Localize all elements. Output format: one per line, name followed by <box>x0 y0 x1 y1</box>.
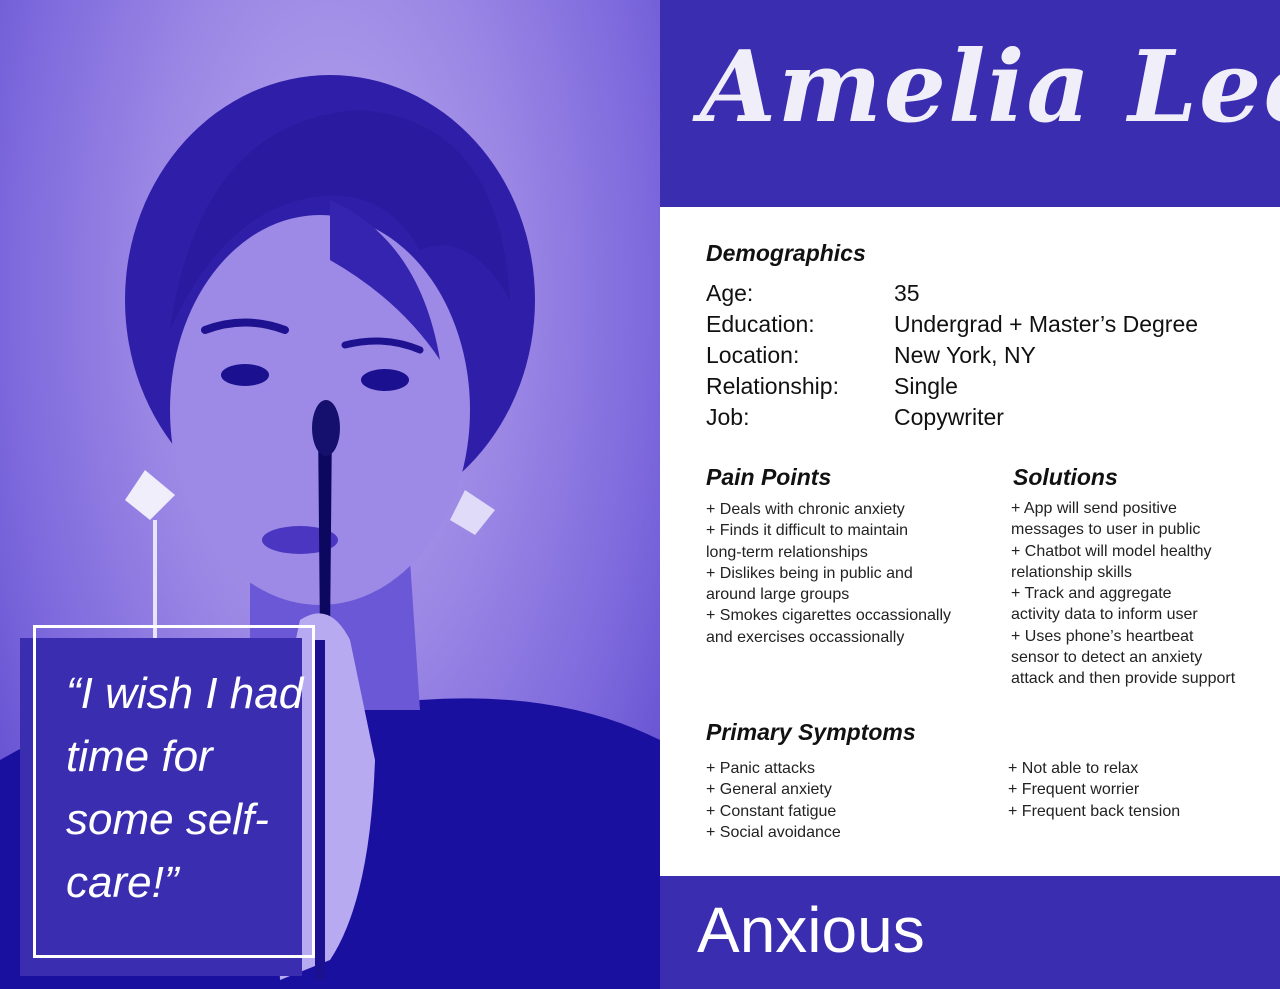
list-item: and exercises occassionally <box>706 628 905 646</box>
demographic-value: Undergrad + Master’s Degree <box>894 311 1199 337</box>
demographic-value: Single <box>894 373 958 399</box>
list-item: + Frequent worrier <box>1008 781 1140 799</box>
pain-points-title: Pain Points <box>706 464 832 490</box>
list-item: + Finds it difficult to maintain <box>706 522 909 540</box>
list-item: + Smokes cigarettes occassionally <box>706 607 951 625</box>
demographic-label: Age: <box>706 280 754 306</box>
demographic-label: Job: <box>706 404 750 430</box>
pain-points-list: + Deals with chronic anxiety + Finds it … <box>706 499 996 648</box>
symptoms-list-right: + Not able to relax + Frequent worrier +… <box>1008 758 1268 822</box>
list-item: sensor to detect an anxiety <box>1011 649 1203 667</box>
list-item: + Panic attacks <box>706 760 815 777</box>
list-item: + Social avoidance <box>706 823 841 841</box>
list-item: attack and then provide support <box>1011 670 1236 688</box>
list-item: messages to user in public <box>1011 521 1201 539</box>
list-item: + Chatbot will model healthy <box>1011 542 1212 560</box>
demographic-value: New York, NY <box>894 342 1036 368</box>
list-item: + Track and aggregate <box>1011 585 1172 603</box>
demographic-value: 35 <box>894 280 920 306</box>
list-item: around large groups <box>706 586 850 604</box>
list-item: + Frequent back tension <box>1008 802 1181 820</box>
list-item: + Constant fatigue <box>706 802 837 820</box>
list-item: + App will send positive <box>1011 500 1177 517</box>
list-item: + Deals with chronic anxiety <box>706 501 905 518</box>
solutions-list: + App will send positive messages to use… <box>1011 498 1271 690</box>
persona-quote: “I wish I had time for some self-care!” <box>66 669 304 907</box>
list-item: + General anxiety <box>706 781 832 799</box>
demographic-value: Copywriter <box>894 404 1004 430</box>
list-item: + Uses phone’s heartbeat <box>1011 627 1194 645</box>
solutions-title: Solutions <box>1013 464 1118 490</box>
demographics-title: Demographics <box>706 240 866 266</box>
list-item: long-term relationships <box>706 543 868 561</box>
demographic-label: Relationship: <box>706 373 839 399</box>
list-item: + Dislikes being in public and <box>706 564 913 582</box>
persona-name: Amelia Lee <box>700 30 1280 145</box>
symptoms-list-left: + Panic attacks + General anxiety + Cons… <box>706 758 986 843</box>
persona-sheet: “I wish I had time for some self-care!” … <box>0 0 1280 989</box>
list-item: activity data to inform user <box>1011 606 1198 624</box>
primary-symptoms-title: Primary Symptoms <box>706 719 916 745</box>
list-item: + Not able to relax <box>1008 760 1139 777</box>
demographic-label: Education: <box>706 311 815 337</box>
persona-type-label: Anxious <box>697 894 925 966</box>
demographic-label: Location: <box>706 342 800 368</box>
list-item: relationship skills <box>1011 563 1132 581</box>
